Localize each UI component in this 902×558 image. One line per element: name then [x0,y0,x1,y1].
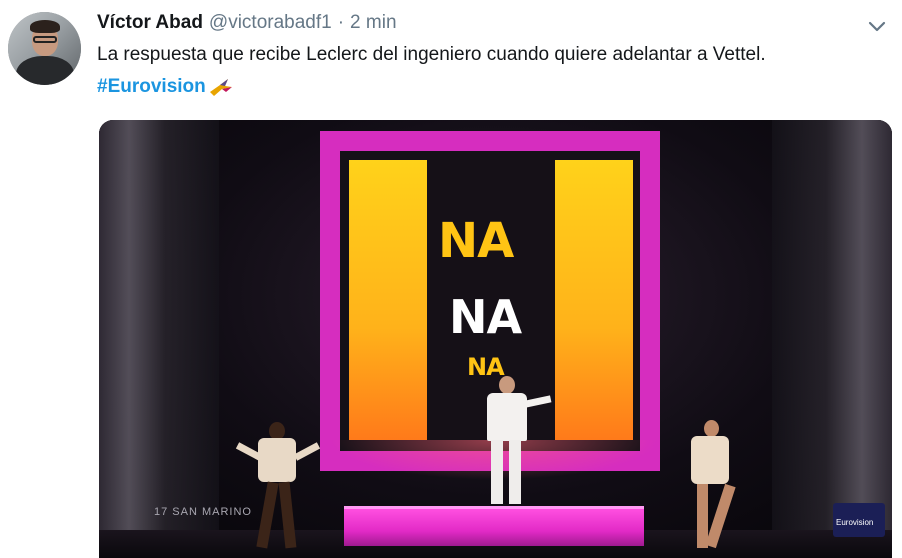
performer-head [499,376,515,394]
avatar-shoulders [16,56,74,85]
hashtag-line: #Eurovision [97,74,234,100]
performer-arm [524,395,552,408]
performer-legs [491,440,503,504]
tweet-header: Víctor Abad @victorabadf1 · 2 min [97,12,397,36]
screen-bar-left [349,160,427,440]
tweet[interactable]: Víctor Abad @victorabadf1 · 2 min La res… [0,0,902,558]
author-name[interactable]: Víctor Abad [97,12,203,34]
chevron-down-icon[interactable] [866,18,888,36]
dancer-arm [293,442,321,461]
dancer-right [679,420,749,558]
avatar-glasses [33,36,57,43]
tweet-text: La respuesta que recibe Leclerc del inge… [97,44,766,65]
dancer-legs [705,483,736,549]
screen-bar-right [555,160,633,440]
dancer-legs [278,481,297,549]
dancer-legs [256,481,279,549]
media-video[interactable]: NA NA NA 17 SAN MARINO Eurovision [99,120,892,558]
tweet-timestamp[interactable]: 2 min [350,12,396,34]
dancer-jacket [691,436,729,484]
stage-curtain-right [772,120,892,558]
screen-text-2: NA [449,290,522,344]
performer-center [471,376,552,516]
broadcast-caption: 17 SAN MARINO [154,506,252,518]
stage-curtain-left [99,120,219,558]
avatar[interactable] [8,12,81,85]
separator-dot: · [337,12,345,33]
eurovision-hashflag-icon [209,79,232,96]
hashtag-link[interactable]: #Eurovision [97,76,206,98]
dancer-head [704,420,719,437]
performer-legs [509,440,521,504]
eurovision-logo-text: Eurovision [836,518,874,527]
author-handle[interactable]: @victorabadf1 [209,12,332,34]
performer-suit [487,393,527,441]
avatar-hair [30,20,60,33]
dancer-jacket [258,438,296,482]
dancer-left [234,422,324,558]
screen-text-1: NA [438,213,514,269]
